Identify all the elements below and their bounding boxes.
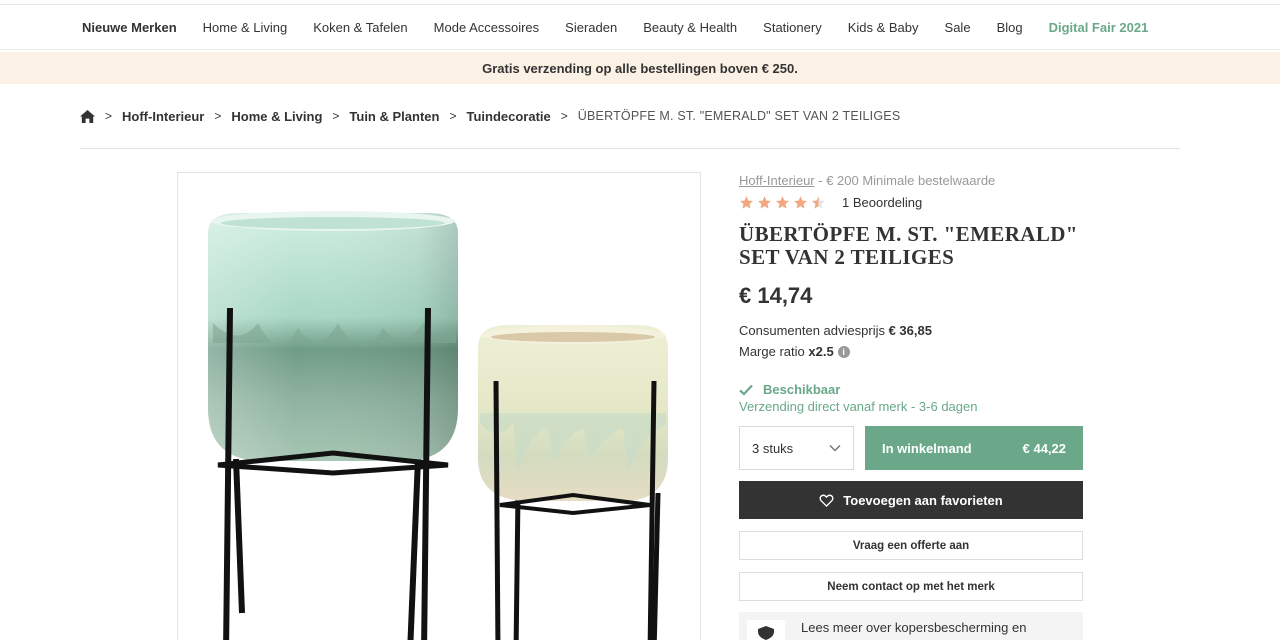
star-icon [758,195,771,209]
star-icon [740,195,753,209]
nav-item-fashion-accessories[interactable]: Mode Accessoires [434,20,540,35]
shield-icon [747,620,785,640]
main-nav: Nieuwe Merken Home & Living Koken & Tafe… [0,4,1280,50]
quantity-value: 3 stuks [752,440,794,456]
chevron-right-icon: > [449,109,457,123]
chevron-right-icon: > [560,109,568,123]
contact-brand-button[interactable]: Neem contact op met het merk [739,572,1083,601]
chevron-down-icon [829,444,841,452]
chevron-right-icon: > [214,109,222,123]
home-icon[interactable] [80,109,95,123]
nav-item-cooking[interactable]: Koken & Tafelen [313,20,407,35]
nav-item-digital-fair[interactable]: Digital Fair 2021 [1049,20,1149,35]
breadcrumb-item-home-living[interactable]: Home & Living [231,109,322,124]
request-quote-button[interactable]: Vraag een offerte aan [739,531,1083,560]
buyer-protection[interactable]: Lees meer over kopersbescherming en [739,612,1083,640]
add-to-favorites-label: Toevoegen aan favorieten [843,492,1003,508]
star-half-icon [812,195,825,209]
breadcrumb: > Hoff-Interieur > Home & Living > Tuin … [80,106,900,126]
shipping-info: Verzending direct vanaf merk - 3-6 dagen [739,399,978,414]
chevron-right-icon: > [332,109,340,123]
nav-item-jewelry[interactable]: Sieraden [565,20,617,35]
promo-text: Gratis verzending op alle bestellingen b… [482,60,798,76]
promo-banner: Gratis verzending op alle bestellingen b… [0,52,1280,84]
nav-item-sale[interactable]: Sale [945,20,971,35]
brand-link[interactable]: Hoff-Interieur [739,173,815,188]
add-to-favorites-button[interactable]: Toevoegen aan favorieten [739,481,1083,519]
nav-item-kids-baby[interactable]: Kids & Baby [848,20,919,35]
star-icon [776,195,789,209]
add-to-cart-button[interactable]: In winkelmand € 44,22 [865,426,1083,470]
margin-ratio-label: Marge ratio [739,344,805,359]
minimum-order-text: - € 200 Minimale bestelwaarde [814,173,996,188]
nav-item-home-living[interactable]: Home & Living [203,20,288,35]
cart-total: € 44,22 [1022,440,1066,456]
plant-pots-illustration [208,211,668,640]
chevron-right-icon: > [105,109,113,123]
buyer-protection-text[interactable]: Lees meer over kopersbescherming en [801,620,1026,636]
reviews-count[interactable]: 1 Beoordeling [842,195,922,210]
breadcrumb-current: ÜBERTÖPFE M. ST. "EMERALD" SET VAN 2 TEI… [577,109,901,123]
star-icon [794,195,807,209]
nav-item-beauty-health[interactable]: Beauty & Health [643,20,737,35]
contact-brand-label: Neem contact op met het merk [827,580,995,593]
rating[interactable]: 1 Beoordeling [739,191,1083,213]
info-icon[interactable]: i [837,345,850,358]
retail-price-label: Consumenten adviesprijs [739,323,885,338]
breadcrumb-item-brand[interactable]: Hoff-Interieur [122,109,204,124]
retail-price: Consumenten adviesprijs € 36,85 [739,323,1083,342]
product-price: € 14,74 [739,283,813,308]
heart-icon [819,494,834,507]
nav-item-new-brands[interactable]: Nieuwe Merken [82,20,177,35]
check-icon [739,384,753,396]
product-info: Hoff-Interieur - € 200 Minimale bestelwa… [739,172,1083,640]
divider [80,148,1180,149]
brand-line: Hoff-Interieur - € 200 Minimale bestelwa… [739,172,1083,190]
availability-text: Beschikbaar [763,382,841,397]
buy-row: 3 stuks In winkelmand € 44,22 [739,426,1083,470]
nav-item-blog[interactable]: Blog [997,20,1023,35]
breadcrumb-item-garden-decoration[interactable]: Tuindecoratie [466,109,550,124]
add-to-cart-label: In winkelmand [882,440,972,456]
retail-price-value: € 36,85 [888,323,932,338]
product-image[interactable] [177,172,701,640]
availability: Beschikbaar [739,380,1083,399]
star-rating [739,195,826,210]
nav-item-stationery[interactable]: Stationery [763,20,822,35]
margin-ratio: Marge ratio x2.5 i [739,342,1083,361]
breadcrumb-item-garden-plants[interactable]: Tuin & Planten [349,109,439,124]
margin-ratio-value: x2.5 [808,344,834,359]
product-title: ÜBERTÖPFE M. ST. "EMERALD" SET VAN 2 TEI… [739,222,1078,269]
request-quote-label: Vraag een offerte aan [852,539,970,552]
quantity-select[interactable]: 3 stuks [739,426,854,470]
